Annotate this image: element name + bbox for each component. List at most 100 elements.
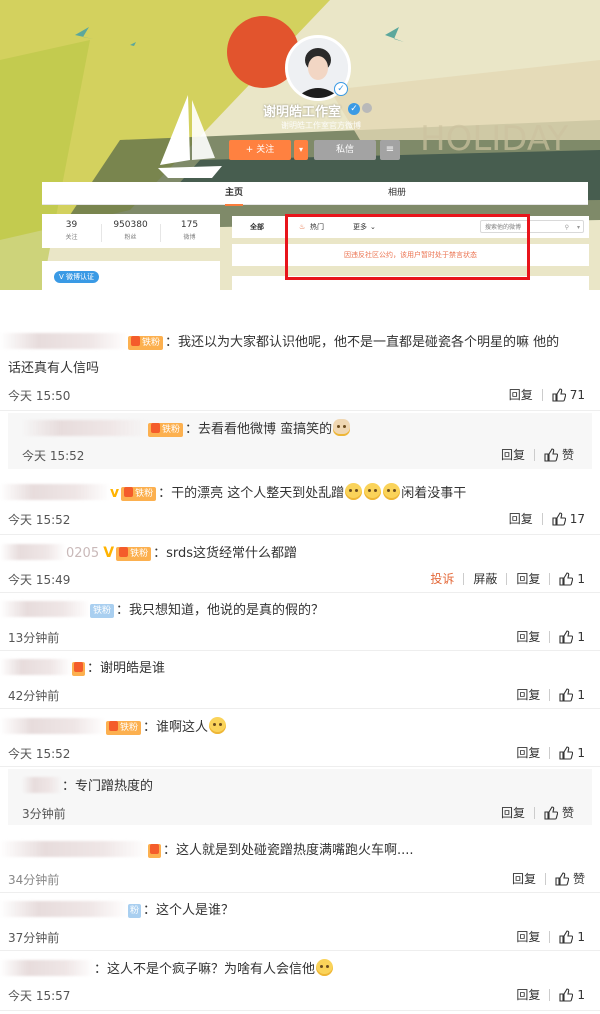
follow-button[interactable]: + 关注 bbox=[229, 140, 291, 160]
more-menu-icon[interactable]: ≡ bbox=[380, 140, 400, 160]
blurred-username bbox=[0, 718, 106, 734]
blurred-username bbox=[0, 333, 128, 349]
comment-time: 42分钟前 bbox=[8, 689, 60, 703]
comment-time: 37分钟前 bbox=[8, 931, 60, 945]
verified-icon: ✓ bbox=[334, 82, 348, 96]
comment-list: 铁粉 ：我还以为大家都认识他呢，他不是一直都是碰瓷各个明星的嘛 他的 话还真有人信… bbox=[0, 329, 600, 1014]
like-icon[interactable] bbox=[552, 511, 566, 526]
message-button[interactable]: 私信 bbox=[314, 140, 376, 160]
verified-tag[interactable]: V 微博认证 bbox=[54, 271, 100, 283]
chevron-down-icon[interactable]: ▾ bbox=[577, 221, 580, 234]
like-icon[interactable] bbox=[559, 629, 574, 644]
like-icon[interactable] bbox=[559, 571, 574, 586]
like-count: 71 bbox=[569, 387, 585, 402]
like-count: 1 bbox=[577, 571, 585, 586]
comment-actions: 回复 赞 bbox=[512, 870, 585, 887]
tab-album[interactable]: 相册 bbox=[388, 182, 406, 204]
fan-badge: 铁粉 bbox=[106, 721, 142, 735]
fan-badge: 铁粉 bbox=[116, 547, 152, 561]
follow-dropdown-icon[interactable]: ▾ bbox=[294, 140, 308, 160]
comment-time: 34分钟前 bbox=[8, 873, 60, 887]
like-icon[interactable] bbox=[559, 687, 574, 702]
comment-text: ：谢明皓是谁 bbox=[87, 661, 166, 676]
reply-button[interactable]: 回复 bbox=[509, 510, 533, 527]
blurred-username bbox=[0, 841, 148, 857]
fan-level-icon bbox=[72, 662, 85, 676]
fan-level-icon bbox=[148, 844, 161, 858]
like-icon[interactable] bbox=[559, 745, 574, 760]
reply-button[interactable]: 回复 bbox=[516, 628, 540, 645]
emoji-icon bbox=[345, 483, 363, 500]
blurred-username bbox=[0, 601, 90, 617]
comment-actions: 投诉 屏蔽 回复 1 bbox=[430, 570, 585, 587]
like-icon[interactable] bbox=[559, 987, 574, 1002]
like-count: 1 bbox=[577, 929, 585, 944]
stat-posts-label: 微博 bbox=[183, 234, 196, 241]
reply-button[interactable]: 回复 bbox=[516, 744, 540, 761]
reply-button[interactable]: 回复 bbox=[512, 870, 536, 887]
verified-badge-icon: ✓ bbox=[348, 103, 360, 115]
comment-text: ：专门蹭热度的 bbox=[62, 779, 154, 794]
comment-time: 3分钟前 bbox=[22, 807, 66, 821]
comment-item: 铁粉 ：谁啊这人 今天 15:52 回复 1 bbox=[0, 709, 600, 767]
comment-actions: 回复 1 bbox=[516, 928, 585, 945]
reply-button[interactable]: 回复 bbox=[509, 386, 533, 403]
like-count: 17 bbox=[569, 511, 585, 526]
comment-actions: 回复 17 bbox=[509, 510, 585, 527]
profile-tabs: 主页 相册 bbox=[42, 182, 588, 206]
like-icon[interactable] bbox=[552, 387, 566, 402]
comment-text: ：干的漂亮 这个人整天到处乱蹭 bbox=[158, 486, 345, 501]
comment-item: 铁粉 ：我只想知道，他说的是真的假的？ 13分钟前 回复 1 bbox=[0, 593, 600, 651]
stat-posts[interactable]: 175 微博 bbox=[160, 220, 219, 241]
comment-time: 今天 15:52 bbox=[22, 449, 85, 463]
reply-button[interactable]: 回复 bbox=[516, 986, 540, 1003]
like-count: 1 bbox=[577, 629, 585, 644]
block-button[interactable]: 屏蔽 bbox=[473, 570, 497, 587]
like-count: 1 bbox=[577, 987, 585, 1002]
comment-item: 0205 V 铁粉 ：srds这货经常什么都蹭 今天 15:49 投诉 屏蔽 回复 … bbox=[0, 535, 600, 593]
reply-button[interactable]: 回复 bbox=[516, 686, 540, 703]
comment-text: ：谁啊这人 bbox=[143, 720, 209, 735]
blurred-username bbox=[0, 960, 94, 976]
like-icon[interactable] bbox=[559, 929, 574, 944]
tab-home[interactable]: 主页 bbox=[225, 182, 244, 206]
stat-posts-value: 175 bbox=[180, 220, 199, 230]
vip-v-icon: v bbox=[110, 485, 120, 501]
report-button[interactable]: 投诉 bbox=[430, 570, 454, 587]
comment-time: 今天 15:52 bbox=[8, 747, 71, 761]
profile-stats: 39 关注 950380 粉丝 175 微博 bbox=[42, 214, 220, 248]
like-icon[interactable] bbox=[544, 805, 558, 820]
stat-followers[interactable]: 950380 粉丝 bbox=[101, 220, 160, 241]
comment-time: 今天 15:49 bbox=[8, 573, 71, 587]
reply-button[interactable]: 回复 bbox=[501, 804, 525, 821]
banner-holiday-text: HOLIDAY bbox=[420, 119, 569, 159]
comment-time: 今天 15:50 bbox=[8, 389, 71, 403]
comment-text: ：这个人是谁？ bbox=[143, 903, 235, 918]
like-count: 赞 bbox=[572, 872, 585, 886]
comment-text: ：这人就是到处碰瓷蹭热度满嘴跑火车啊.... bbox=[163, 843, 414, 858]
stat-following-label: 关注 bbox=[65, 234, 78, 241]
emoji-icon bbox=[209, 717, 227, 734]
username-fragment: 0205 bbox=[66, 546, 100, 561]
reply-button[interactable]: 回复 bbox=[501, 446, 525, 463]
feed-tab-all[interactable]: 全部 bbox=[250, 216, 264, 238]
verification-panel: V 微博认证 bbox=[42, 261, 220, 290]
comment-text: ：这人不是个疯子嘛？为啥有人会信他 bbox=[94, 962, 316, 977]
comment-item: 粉：这个人是谁？ 37分钟前 回复 1 bbox=[0, 893, 600, 951]
like-icon[interactable] bbox=[544, 447, 558, 462]
fan-badge: 铁粉 bbox=[90, 604, 115, 618]
comment-actions: 回复 1 bbox=[516, 986, 585, 1003]
cat-emoji-icon bbox=[333, 419, 351, 436]
stat-following[interactable]: 39 关注 bbox=[42, 220, 101, 241]
search-icon[interactable]: ⚲ bbox=[565, 221, 569, 234]
reply-button[interactable]: 回复 bbox=[516, 570, 540, 587]
comment-actions: 回复 赞 bbox=[501, 446, 574, 463]
like-count: 赞 bbox=[561, 806, 574, 820]
reply-button[interactable]: 回复 bbox=[516, 928, 540, 945]
comment-actions: 回复 1 bbox=[516, 686, 585, 703]
blurred-username bbox=[0, 659, 72, 675]
fan-badge: 铁粉 bbox=[121, 487, 157, 501]
vip-v-icon: V bbox=[103, 545, 115, 561]
like-icon[interactable] bbox=[555, 871, 569, 886]
member-badge-icon bbox=[362, 103, 372, 113]
